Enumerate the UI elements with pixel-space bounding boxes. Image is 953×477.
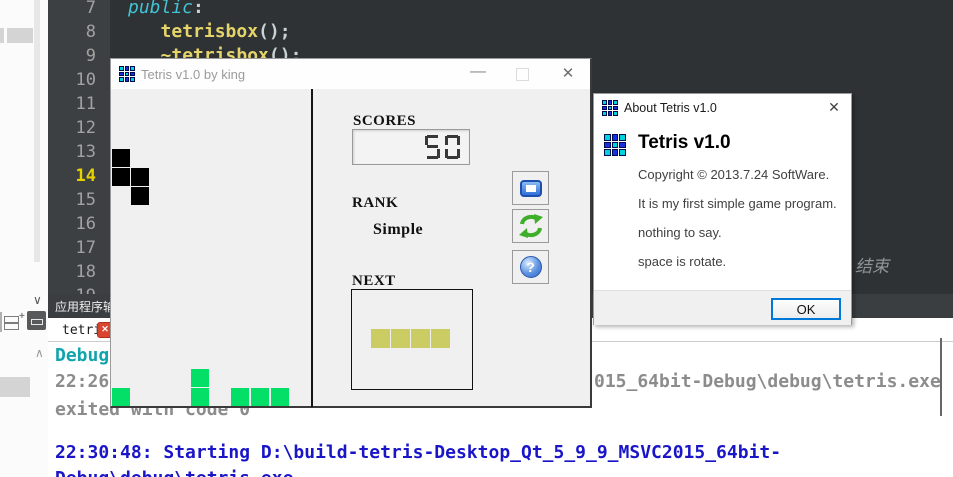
- about-close-button[interactable]: ✕: [825, 99, 843, 116]
- about-body-line: space is rotate.: [638, 254, 727, 269]
- console-line-prev-left: 22:26: [55, 371, 110, 392]
- gutter-line: 17: [75, 238, 96, 258]
- sidebar-decoration: [7, 28, 33, 43]
- console-scrollbar[interactable]: [940, 338, 942, 416]
- gutter: 7 8 9 10 11 12 13 14 15 16 17 18 19: [48, 0, 110, 294]
- chevron-down-icon[interactable]: ∨: [33, 293, 42, 307]
- chevron-up-icon[interactable]: ∧: [35, 346, 44, 360]
- gutter-line: 16: [75, 214, 96, 234]
- lcd-digit: [425, 135, 440, 159]
- gutter-line: 7: [85, 0, 96, 18]
- about-dialog: About Tetris v1.0 ✕ Tetris v1.0 Copyrigh…: [593, 93, 852, 325]
- help-button[interactable]: ?: [512, 250, 549, 284]
- rank-label: RANK: [352, 195, 399, 211]
- tetris-block: [411, 329, 430, 348]
- gutter-line: 11: [75, 94, 96, 114]
- tetris-block: [231, 388, 249, 406]
- tetris-block: [112, 168, 130, 186]
- divider: [0, 312, 2, 332]
- close-split-icon[interactable]: [27, 311, 46, 330]
- tetris-block: [271, 388, 289, 406]
- tetris-block: [112, 149, 130, 167]
- about-heading: Tetris v1.0: [638, 132, 731, 153]
- scores-label: SCORES: [353, 113, 417, 129]
- tetris-block: [191, 369, 209, 387]
- about-body-line: It is my first simple game program.: [638, 196, 837, 211]
- ok-button[interactable]: OK: [771, 298, 841, 320]
- console-line-debug: Debug: [55, 345, 110, 366]
- about-app-icon: [602, 100, 618, 116]
- console-line-start1: 22:30:48: Starting D:\build-tetris-Deskt…: [55, 442, 782, 463]
- tetris-block: [131, 187, 149, 205]
- gutter-line: 18: [75, 262, 96, 282]
- console-line-start2: Debug\debug\tetris.exe: [55, 468, 293, 477]
- question-mark-icon: ?: [519, 256, 542, 278]
- gutter-line: 12: [75, 118, 96, 138]
- next-box: [351, 289, 473, 390]
- stop-game-button[interactable]: [512, 171, 549, 205]
- gutter-line: 15: [75, 190, 96, 210]
- code-comment-fragment: 结束: [855, 257, 889, 277]
- about-footer: OK: [594, 290, 851, 325]
- next-label: NEXT: [352, 273, 396, 289]
- about-body-line: Copyright © 2013.7.24 SoftWare.: [638, 167, 830, 182]
- code-line[interactable]: tetrisbox();: [110, 20, 953, 44]
- about-dialog-title: About Tetris v1.0: [624, 101, 717, 115]
- tetris-window: Tetris v1.0 by king — ✕ SCORES RANK Simp…: [110, 58, 592, 408]
- about-body: Copyright © 2013.7.24 SoftWare. It is my …: [638, 160, 837, 276]
- stop-icon: [519, 179, 542, 197]
- plus-icon: +: [19, 311, 25, 322]
- code-line[interactable]: public:: [110, 0, 953, 20]
- tetris-block: [251, 388, 269, 406]
- tetris-block: [371, 329, 390, 348]
- board-right-edge: [311, 89, 313, 407]
- about-content-icon: [604, 134, 626, 156]
- lcd-digit: [445, 135, 460, 159]
- split-editor-icon[interactable]: [4, 316, 19, 330]
- screen: ∨ + ∧ 7 8 9 10 11 12 13 14 15 16 17 18 19 public: te…: [0, 0, 953, 477]
- tetris-block: [131, 168, 149, 186]
- gutter-line: 8: [85, 22, 96, 42]
- swap-arrows-icon: [518, 214, 543, 238]
- sidebar-scrollbar[interactable]: [34, 0, 40, 262]
- gutter-line: 14: [75, 166, 96, 186]
- tetris-block: [391, 329, 410, 348]
- output-pane-title: 应用程序输: [55, 300, 116, 314]
- about-body-line: nothing to say.: [638, 225, 722, 240]
- gutter-line: 9: [85, 46, 96, 66]
- about-titlebar[interactable]: About Tetris v1.0 ✕: [594, 94, 851, 122]
- gutter-line: 19: [48, 284, 110, 294]
- gutter-line: 10: [75, 70, 96, 90]
- tetris-block: [431, 329, 450, 348]
- console-line-prev-right: 015_64bit-Debug\debug\tetris.exe: [594, 371, 941, 392]
- tetris-block: [112, 388, 130, 406]
- score-display: [352, 129, 470, 165]
- gutter-line: 13: [75, 142, 96, 162]
- rank-value: Simple: [373, 221, 424, 238]
- sidebar-decoration: [0, 377, 30, 397]
- tetris-block: [191, 388, 209, 406]
- sidebar: ∨ + ∧: [0, 0, 48, 477]
- sidebar-decoration: [0, 28, 4, 43]
- restart-button[interactable]: [512, 209, 549, 243]
